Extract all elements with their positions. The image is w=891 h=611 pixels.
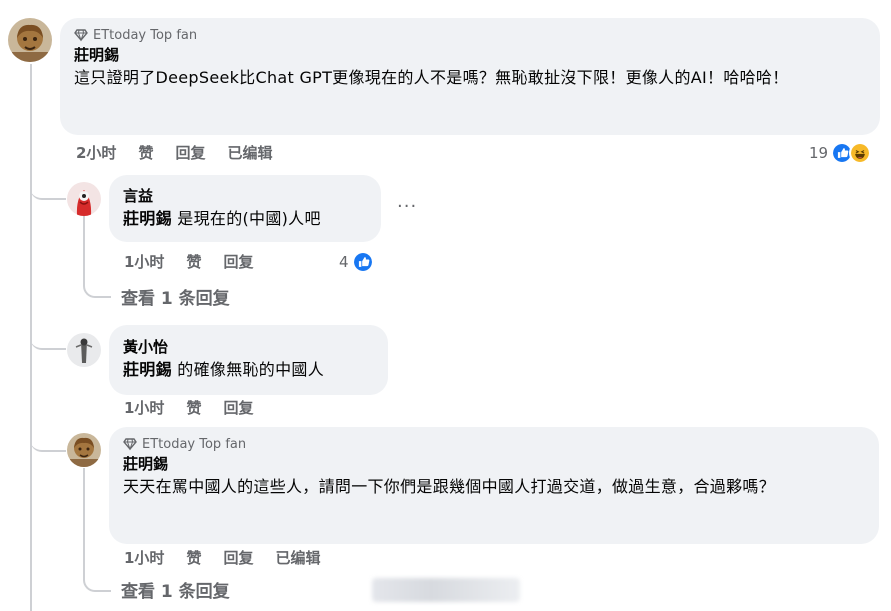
- reply-bubble: ETtoday Top fan 莊明錫 天天在罵中國人的這些人，請問一下你們是跟…: [109, 427, 879, 544]
- comment-actions: 2小时 赞 回复 已编辑: [76, 143, 294, 163]
- top-fan-badge[interactable]: ETtoday Top fan: [123, 435, 865, 453]
- reply-thread-line: [83, 468, 85, 578]
- like-button[interactable]: 赞: [186, 398, 201, 418]
- reply-author[interactable]: 莊明錫: [123, 453, 865, 475]
- reply-text: 天天在罵中國人的這些人，請問一下你們是跟幾個中國人打過交道，做過生意，合過夥嗎？: [123, 477, 776, 496]
- thread-branch: [30, 180, 66, 200]
- reply-thread-line: [83, 216, 85, 284]
- reply-thread-branch: [83, 280, 111, 298]
- badge-label: ETtoday Top fan: [142, 436, 247, 452]
- haha-reaction-icon: [849, 142, 872, 164]
- reply-time[interactable]: 1小时: [124, 548, 164, 568]
- like-reaction-icon: [351, 251, 374, 273]
- diamond-icon: [123, 438, 137, 451]
- reaction-count: 19: [809, 144, 829, 162]
- like-button[interactable]: 赞: [138, 143, 153, 163]
- reply-text: 的確像無恥的中國人: [177, 360, 324, 379]
- reply-actions: 1小时 赞 回复: [124, 252, 275, 272]
- view-replies-link[interactable]: 查看 1 条回复: [121, 287, 230, 311]
- reaction-summary[interactable]: 4: [339, 250, 374, 274]
- comment-time[interactable]: 2小时: [76, 143, 116, 163]
- reply-author[interactable]: 黃小怡: [123, 336, 374, 358]
- badge-label: ETtoday Top fan: [93, 27, 198, 43]
- reply-button[interactable]: 回复: [223, 398, 253, 418]
- reply-time[interactable]: 1小时: [124, 252, 164, 272]
- thread-branch: [30, 432, 66, 452]
- reply-button[interactable]: 回复: [223, 252, 253, 272]
- avatar[interactable]: [67, 182, 101, 216]
- diamond-icon: [74, 29, 88, 42]
- edited-label[interactable]: 已编辑: [227, 143, 272, 163]
- reply-time[interactable]: 1小时: [124, 398, 164, 418]
- reply-button[interactable]: 回复: [175, 143, 205, 163]
- reply-bubble: 黃小怡 莊明錫 的確像無恥的中國人: [109, 325, 388, 395]
- blurred-watermark: [372, 578, 520, 602]
- mention-link[interactable]: 莊明錫: [123, 209, 172, 228]
- thread-branch: [30, 330, 66, 350]
- reply-author[interactable]: 言益: [123, 185, 367, 207]
- reply-button[interactable]: 回复: [223, 548, 253, 568]
- comment-bubble: ETtoday Top fan 莊明錫 這只證明了DeepSeek比Chat G…: [60, 18, 880, 135]
- reply-actions: 1小时 赞 回复 已编辑: [124, 548, 342, 568]
- reaction-count: 4: [339, 253, 349, 271]
- reply-bubble: 言益 莊明錫 是現在的(中國)人吧: [109, 175, 381, 242]
- reply-actions: 1小时 赞 回复: [124, 398, 275, 418]
- more-options-button[interactable]: ···: [397, 196, 417, 217]
- top-fan-badge[interactable]: ETtoday Top fan: [74, 26, 866, 44]
- reply-text: 是現在的(中國)人吧: [177, 209, 321, 228]
- reaction-summary[interactable]: 19: [809, 141, 872, 165]
- like-button[interactable]: 赞: [186, 252, 201, 272]
- avatar[interactable]: [8, 18, 52, 62]
- reply-thread-branch: [83, 574, 111, 592]
- avatar[interactable]: [67, 433, 101, 467]
- like-button[interactable]: 赞: [186, 548, 201, 568]
- avatar[interactable]: [67, 333, 101, 367]
- edited-label[interactable]: 已编辑: [275, 548, 320, 568]
- view-replies-link[interactable]: 查看 1 条回复: [121, 580, 230, 604]
- mention-link[interactable]: 莊明錫: [123, 360, 172, 379]
- comment-author[interactable]: 莊明錫: [74, 44, 866, 66]
- comment-text: 這只證明了DeepSeek比Chat GPT更像現在的人不是嗎？無恥敢扯沒下限！…: [74, 68, 789, 87]
